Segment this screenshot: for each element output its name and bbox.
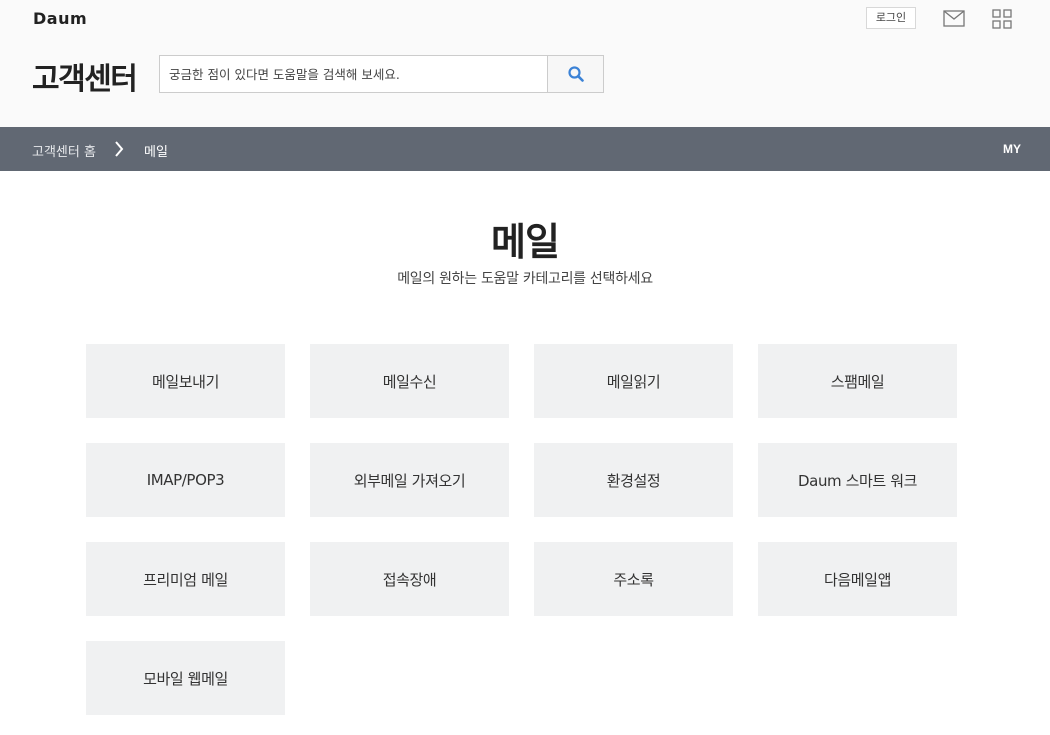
login-button[interactable]: 로그인 xyxy=(866,7,916,29)
category-spam-mail[interactable]: 스팸메일 xyxy=(758,344,957,418)
category-receive-mail[interactable]: 메일수신 xyxy=(310,344,509,418)
apps-grid-icon[interactable] xyxy=(992,9,1012,29)
chevron-right-icon xyxy=(114,141,124,157)
site-title[interactable]: 고객센터 xyxy=(32,54,138,98)
search-input[interactable] xyxy=(160,56,548,92)
category-settings[interactable]: 환경설정 xyxy=(534,443,733,517)
header: Daum 로그인 고객센터 xyxy=(0,0,1050,127)
search-box xyxy=(159,55,604,93)
breadcrumb-home-link[interactable]: 고객센터 홈 xyxy=(32,141,96,160)
page-title: 메일 xyxy=(491,220,560,264)
category-daum-smart-work[interactable]: Daum 스마트 워크 xyxy=(758,443,957,517)
search-button[interactable] xyxy=(547,56,603,92)
category-send-mail[interactable]: 메일보내기 xyxy=(86,344,285,418)
category-connection-issue[interactable]: 접속장애 xyxy=(310,542,509,616)
category-import-external-mail[interactable]: 외부메일 가져오기 xyxy=(310,443,509,517)
breadcrumb-bar: 고객센터 홈 메일 MY xyxy=(0,127,1050,171)
page-subtitle: 메일의 원하는 도움말 카테고리를 선택하세요 xyxy=(397,271,653,287)
category-imap-pop3[interactable]: IMAP/POP3 xyxy=(86,443,285,517)
category-daum-mail-app[interactable]: 다음메일앱 xyxy=(758,542,957,616)
mail-icon[interactable] xyxy=(943,10,965,27)
my-link[interactable]: MY xyxy=(1003,142,1021,156)
daum-logo[interactable]: Daum xyxy=(33,9,87,28)
category-address-book[interactable]: 주소록 xyxy=(534,542,733,616)
category-mobile-webmail[interactable]: 모바일 웹메일 xyxy=(86,641,285,715)
category-read-mail[interactable]: 메일읽기 xyxy=(534,344,733,418)
category-premium-mail[interactable]: 프리미엄 메일 xyxy=(86,542,285,616)
search-icon xyxy=(568,66,584,82)
breadcrumb-current[interactable]: 메일 xyxy=(144,141,168,160)
